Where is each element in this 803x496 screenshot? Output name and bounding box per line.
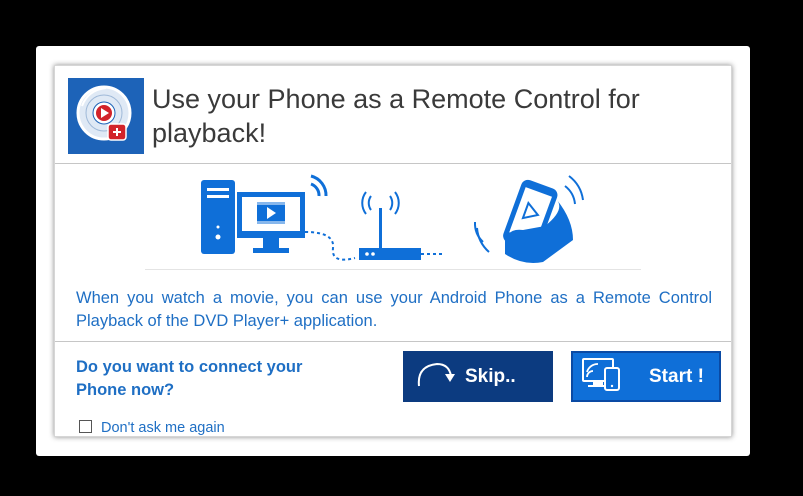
remote-illustration bbox=[145, 170, 645, 272]
dvd-player-app-icon bbox=[68, 78, 144, 154]
dialog-title: Use your Phone as a Remote Control for p… bbox=[152, 84, 640, 148]
desktop-computer-icon bbox=[201, 180, 235, 254]
router-icon bbox=[359, 191, 445, 260]
connect-question: Do you want to connect your Phone now? bbox=[76, 358, 303, 399]
phone-remote-icon bbox=[473, 175, 584, 263]
actions-divider bbox=[55, 341, 731, 342]
dialog-header: Use your Phone as a Remote Control for p… bbox=[55, 66, 731, 163]
dialog-card: Use your Phone as a Remote Control for p… bbox=[54, 65, 732, 437]
dont-ask-label[interactable]: Don't ask me again bbox=[101, 416, 225, 436]
monitor-phone-icon bbox=[581, 356, 623, 398]
start-button-label: Start ! bbox=[649, 365, 704, 387]
description-text: When you watch a movie, you can use your… bbox=[76, 289, 712, 330]
skip-button-label: Skip.. bbox=[465, 365, 516, 387]
dialog-window: Use your Phone as a Remote Control for p… bbox=[36, 46, 750, 456]
illustration-divider bbox=[145, 269, 641, 270]
dont-ask-row: Don't ask me again bbox=[79, 416, 225, 436]
dont-ask-checkbox[interactable] bbox=[79, 419, 92, 433]
curved-arrow-icon bbox=[411, 358, 455, 396]
monitor-play-icon bbox=[237, 174, 328, 253]
skip-button[interactable]: Skip.. bbox=[403, 351, 553, 402]
start-button[interactable]: Start ! bbox=[571, 351, 721, 402]
header-divider bbox=[55, 163, 731, 164]
